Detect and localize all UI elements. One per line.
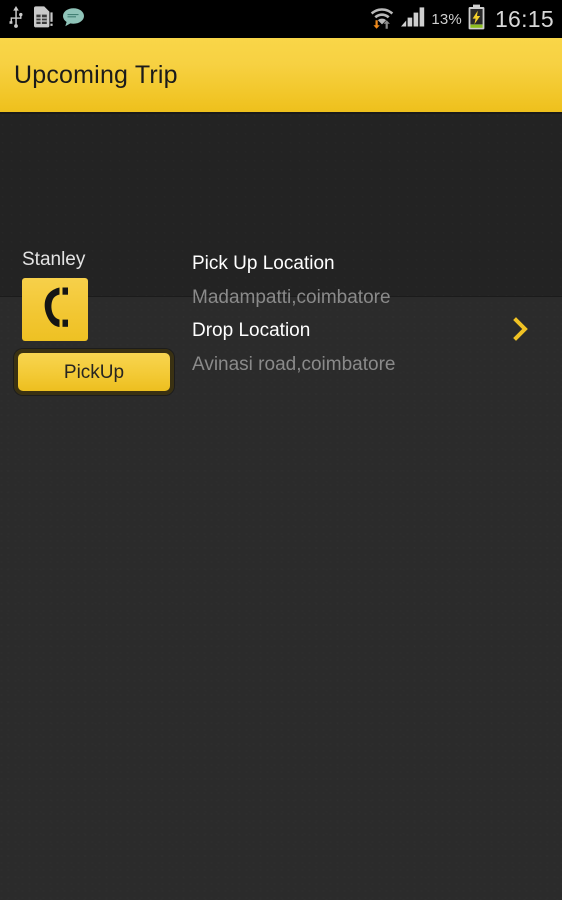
trip-card-left: Stanley PickUp xyxy=(0,114,180,395)
pickup-location-label: Pick Up Location xyxy=(192,253,335,274)
page-title: Upcoming Trip xyxy=(14,60,178,89)
status-bar-right-icons: 13% 16:15 xyxy=(369,4,556,35)
app-root: 13% 16:15 Upcoming Trip Stanley PickUp P… xyxy=(0,0,562,900)
chevron-right-icon[interactable] xyxy=(513,317,529,341)
message-bubble-icon xyxy=(62,7,85,32)
battery-charging-icon xyxy=(467,4,486,35)
battery-percent-label: 13% xyxy=(431,10,462,28)
pickup-location-value: Madampatti,coimbatore xyxy=(192,287,391,308)
cellular-signal-icon xyxy=(400,6,426,33)
action-bar: Upcoming Trip xyxy=(0,38,562,114)
phone-handset-icon xyxy=(39,286,71,333)
trip-card-right: Pick Up Location Madampatti,coimbatore D… xyxy=(180,114,562,374)
status-bar-clock: 16:15 xyxy=(494,5,554,32)
drop-location-value: Avinasi road,coimbatore xyxy=(192,354,396,375)
wifi-transfer-icon xyxy=(369,4,395,34)
pickup-button-label: PickUp xyxy=(63,361,125,383)
drop-location-label: Drop Location xyxy=(192,320,311,341)
trip-list-item[interactable]: Stanley PickUp Pick Up Location Madampat… xyxy=(0,114,562,395)
call-driver-button[interactable] xyxy=(22,278,88,341)
sim-card-alert-icon xyxy=(33,5,53,33)
usb-icon xyxy=(8,5,24,33)
status-bar-left-icons xyxy=(8,5,85,33)
driver-name-label: Stanley xyxy=(22,249,86,270)
pickup-button[interactable]: PickUp xyxy=(14,349,174,395)
status-bar: 13% 16:15 xyxy=(0,0,562,38)
